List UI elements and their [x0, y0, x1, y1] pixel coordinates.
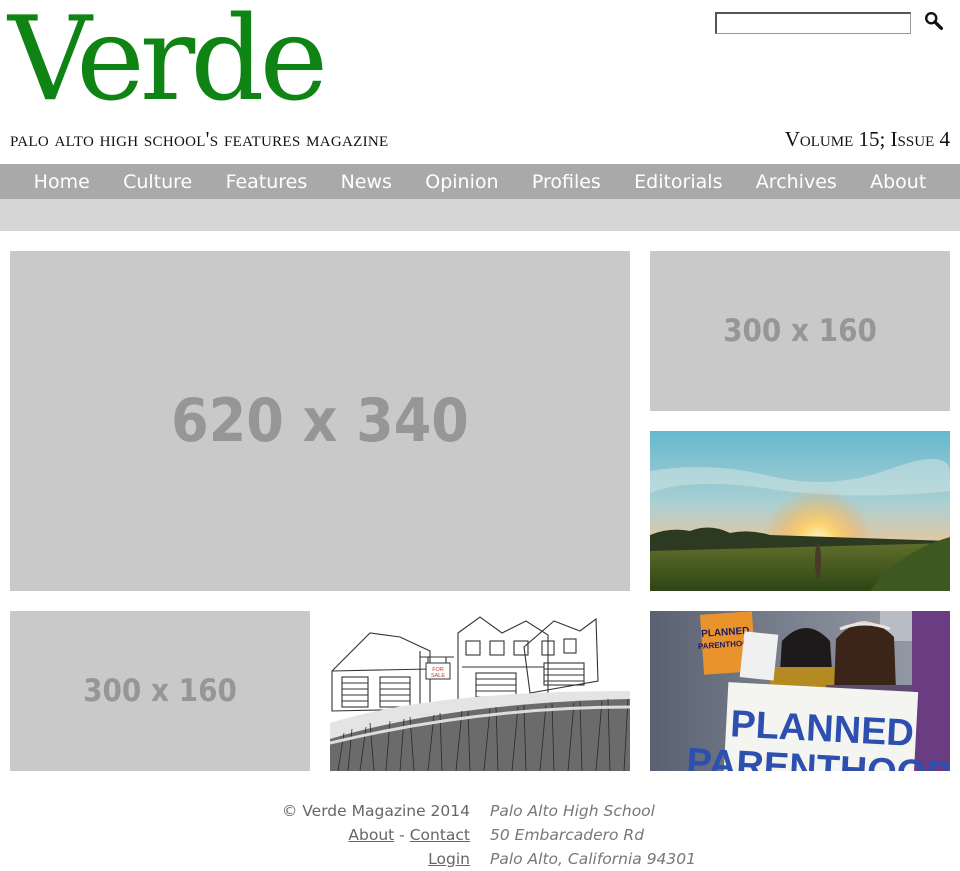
story-placeholder-bottom-left[interactable]: 300 x 160	[10, 611, 310, 771]
copyright: © Verde Magazine 2014	[281, 802, 470, 820]
footer-address: Palo Alto High School 50 Embarcadero Rd …	[490, 799, 696, 871]
main-nav: Home Culture Features News Opinion Profi…	[0, 164, 960, 199]
nav-opinion[interactable]: Opinion	[425, 171, 498, 193]
story-protest-photo[interactable]: PLANNED PARENTHOOD PLANNED PARENTHOOD	[650, 611, 950, 771]
svg-text:SALE: SALE	[431, 673, 445, 679]
search-icon	[925, 11, 943, 30]
footer-nav: About - Contact	[282, 823, 470, 847]
site-logo[interactable]: Verde	[8, 2, 328, 118]
nav-editorials[interactable]: Editorials	[634, 171, 722, 193]
nav-home[interactable]: Home	[34, 171, 90, 193]
footer-login-link[interactable]: Login	[428, 850, 470, 868]
nav-culture[interactable]: Culture	[123, 171, 192, 193]
sub-nav-bar	[0, 199, 960, 231]
footer-links: © Verde Magazine 2014 About - Contact Lo…	[282, 799, 470, 871]
story-placeholder-top-right[interactable]: 300 x 160	[650, 251, 950, 411]
nav-profiles[interactable]: Profiles	[532, 171, 601, 193]
address-line-1: Palo Alto High School	[490, 802, 655, 820]
footer-separator: -	[399, 826, 405, 844]
nav-features[interactable]: Features	[226, 171, 308, 193]
featured-story-placeholder[interactable]: 620 x 340	[10, 251, 630, 591]
search-input[interactable]	[715, 12, 911, 34]
nav-about[interactable]: About	[870, 171, 926, 193]
site-tagline: palo alto high school's features magazin…	[10, 127, 389, 151]
story-houses-sketch[interactable]: FOR SALE	[330, 611, 630, 771]
footer-contact-link[interactable]: Contact	[410, 826, 470, 844]
footer-about-link[interactable]: About	[348, 826, 394, 844]
issue-label: Volume 15; Issue 4	[784, 127, 950, 151]
nav-news[interactable]: News	[341, 171, 392, 193]
nav-archives[interactable]: Archives	[756, 171, 837, 193]
search-button[interactable]	[921, 9, 947, 35]
address-line-3: Palo Alto, California 94301	[490, 850, 696, 868]
address-line-2: 50 Embarcadero Rd	[490, 826, 645, 844]
story-sunset-image[interactable]	[650, 431, 950, 591]
